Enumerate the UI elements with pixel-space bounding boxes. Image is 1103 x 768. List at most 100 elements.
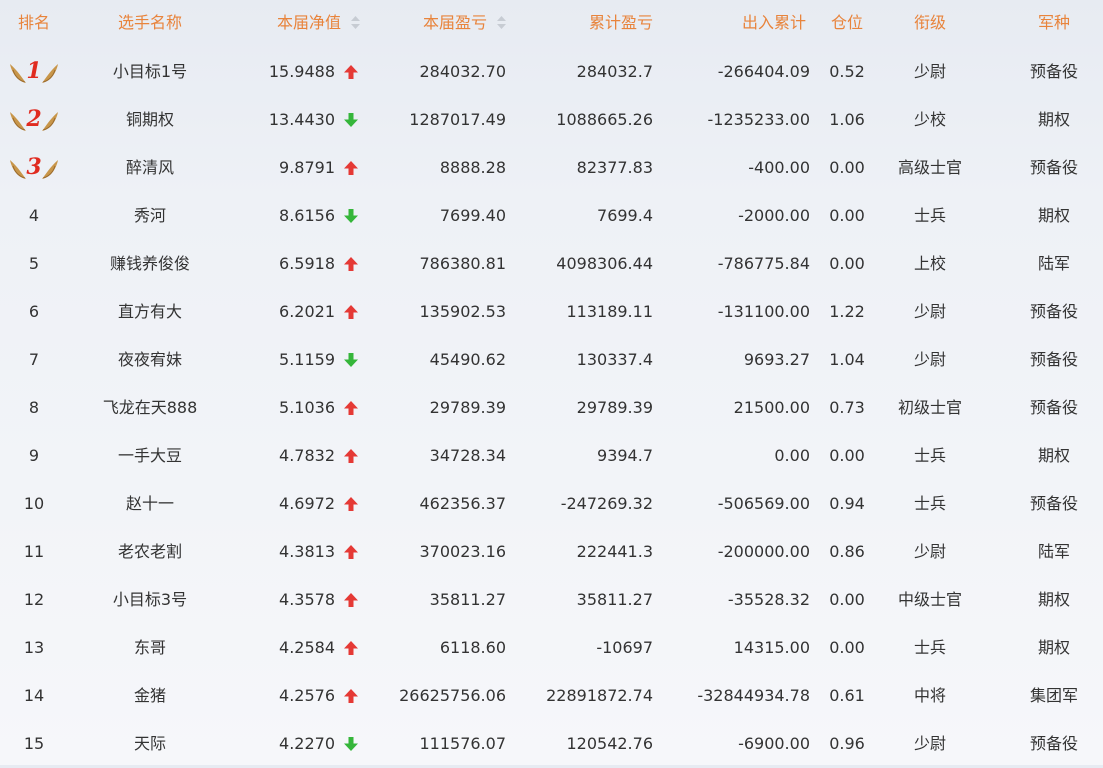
player-name[interactable]: 一手大豆: [90, 432, 210, 480]
player-name[interactable]: 飞龙在天888: [90, 384, 210, 432]
player-name[interactable]: 赵十一: [90, 480, 210, 528]
trend-indicator: [343, 480, 359, 528]
cumulative-pnl: 82377.83: [576, 158, 653, 177]
player-name[interactable]: 秀河: [90, 192, 210, 240]
nav-value: 8.6156: [279, 206, 335, 225]
branch: 期权: [1037, 206, 1070, 225]
military-rank: 少尉: [913, 542, 946, 561]
rank-cell: 2: [0, 96, 68, 144]
header-position: 仓位: [830, 13, 863, 32]
table-row[interactable]: 9 一手大豆 4.7832 34728.34 9394.7 0.00 0.00 士兵 期权: [0, 432, 1103, 480]
table-row[interactable]: 1 小目标1号 15.9488 284032.70 284032.7 -266404.09…: [0, 48, 1103, 96]
session-pnl: 26625756.06: [399, 686, 506, 705]
table-row[interactable]: 7 夜夜宥妹 5.1159 45490.62 130337.4 9693.27 1.04 少尉…: [0, 336, 1103, 384]
up-arrow-icon: [344, 161, 358, 175]
position-ratio: 0.94: [829, 494, 865, 513]
branch: 预备役: [1029, 158, 1078, 177]
branch: 陆军: [1037, 254, 1070, 273]
position-ratio: 0.00: [829, 590, 865, 609]
medal-number: 1: [26, 58, 42, 84]
military-rank: 士兵: [913, 446, 946, 465]
up-arrow-icon: [344, 545, 358, 559]
branch: 陆军: [1037, 542, 1070, 561]
player-name[interactable]: 夜夜宥妹: [90, 336, 210, 384]
player-name[interactable]: 直方有大: [90, 288, 210, 336]
trend-indicator: [343, 96, 359, 144]
table-row[interactable]: 11 老农老割 4.3813 370023.16 222441.3 -200000.00 0…: [0, 528, 1103, 576]
nav-value: 4.3578: [279, 590, 335, 609]
table-row[interactable]: 2 铜期权 13.4430 1287017.49 1088665.26 -1235233.…: [0, 96, 1103, 144]
player-name[interactable]: 铜期权: [90, 96, 210, 144]
rank-cell: 10: [23, 494, 45, 513]
session-pnl: 462356.37: [419, 494, 506, 513]
header-nav-sort[interactable]: 本届净值: [230, 0, 360, 48]
net-flow: -1235233.00: [707, 110, 810, 129]
position-ratio: 1.22: [829, 302, 865, 321]
down-arrow-icon: [344, 353, 358, 367]
player-name[interactable]: 金猪: [90, 672, 210, 720]
medal-badge: 3: [0, 144, 68, 192]
cumulative-pnl: 22891872.74: [546, 686, 653, 705]
session-pnl: 786380.81: [419, 254, 506, 273]
up-arrow-icon: [344, 401, 358, 415]
player-name[interactable]: 小目标1号: [90, 48, 210, 96]
nav-value: 4.6972: [279, 494, 335, 513]
rank-cell: 15: [23, 734, 45, 753]
table-row[interactable]: 14 金猪 4.2576 26625756.06 22891872.74 -3284493…: [0, 672, 1103, 720]
sort-icon[interactable]: [497, 16, 506, 29]
ranking-table: 排名 选手名称 本届净值 本届盈亏 累计盈亏 出入累计 仓位 衔级 军种 1 小目…: [0, 0, 1103, 765]
table-row[interactable]: 8 飞龙在天888 5.1036 29789.39 29789.39 21500.00 0.…: [0, 384, 1103, 432]
net-flow: 21500.00: [733, 398, 810, 417]
player-name[interactable]: 老农老割: [90, 528, 210, 576]
header-session-pnl-sort[interactable]: 本届盈亏: [380, 0, 506, 48]
nav-value: 13.4430: [268, 110, 335, 129]
table-row[interactable]: 6 直方有大 6.2021 135902.53 113189.11 -131100.00 1…: [0, 288, 1103, 336]
nav-value: 4.2576: [279, 686, 335, 705]
military-rank: 少尉: [913, 302, 946, 321]
player-name[interactable]: 天际: [90, 720, 210, 768]
table-row[interactable]: 12 小目标3号 4.3578 35811.27 35811.27 -35528.32 0.…: [0, 576, 1103, 624]
table-row[interactable]: 5 赚钱养俊俊 6.5918 786380.81 4098306.44 -786775.8…: [0, 240, 1103, 288]
position-ratio: 0.61: [829, 686, 865, 705]
header-branch: 军种: [1037, 13, 1070, 32]
player-name[interactable]: 醉清风: [90, 144, 210, 192]
header-military-rank: 衔级: [913, 13, 946, 32]
position-ratio: 0.00: [829, 254, 865, 273]
position-ratio: 0.00: [829, 206, 865, 225]
position-ratio: 0.00: [829, 158, 865, 177]
table-row[interactable]: 10 赵十一 4.6972 462356.37 -247269.32 -506569.00…: [0, 480, 1103, 528]
nav-value: 5.1159: [279, 350, 335, 369]
cumulative-pnl: 9394.7: [597, 446, 653, 465]
cumulative-pnl: 4098306.44: [556, 254, 653, 273]
trend-indicator: [343, 720, 359, 768]
player-name[interactable]: 小目标3号: [90, 576, 210, 624]
rank-cell: 13: [23, 638, 45, 657]
session-pnl: 45490.62: [429, 350, 506, 369]
branch: 预备役: [1029, 350, 1078, 369]
net-flow: 9693.27: [743, 350, 810, 369]
trend-indicator: [343, 192, 359, 240]
player-name[interactable]: 东哥: [90, 624, 210, 672]
session-pnl: 370023.16: [419, 542, 506, 561]
table-row[interactable]: 4 秀河 8.6156 7699.40 7699.4 -2000.00 0.00 士兵 期权: [0, 192, 1103, 240]
table-row[interactable]: 15 天际 4.2270 111576.07 120542.76 -6900.00 0.96…: [0, 720, 1103, 768]
cumulative-pnl: 29789.39: [576, 398, 653, 417]
net-flow: -2000.00: [738, 206, 810, 225]
sort-icon[interactable]: [351, 16, 360, 29]
session-pnl: 135902.53: [419, 302, 506, 321]
trend-indicator: [343, 432, 359, 480]
trend-indicator: [343, 288, 359, 336]
table-row[interactable]: 3 醉清风 9.8791 8888.28 82377.83 -400.00 0.00 高级士官…: [0, 144, 1103, 192]
cumulative-pnl: -247269.32: [560, 494, 653, 513]
player-name[interactable]: 赚钱养俊俊: [90, 240, 210, 288]
military-rank: 士兵: [913, 206, 946, 225]
table-row[interactable]: 13 东哥 4.2584 6118.60 -10697 14315.00 0.00 士兵 期权: [0, 624, 1103, 672]
position-ratio: 1.06: [829, 110, 865, 129]
military-rank: 少尉: [913, 62, 946, 81]
net-flow: -131100.00: [717, 302, 810, 321]
rank-cell: 5: [28, 254, 40, 273]
trend-indicator: [343, 336, 359, 384]
session-pnl: 8888.28: [439, 158, 506, 177]
rank-cell: 14: [23, 686, 45, 705]
table-header: 排名 选手名称 本届净值 本届盈亏 累计盈亏 出入累计 仓位 衔级 军种: [0, 0, 1103, 48]
